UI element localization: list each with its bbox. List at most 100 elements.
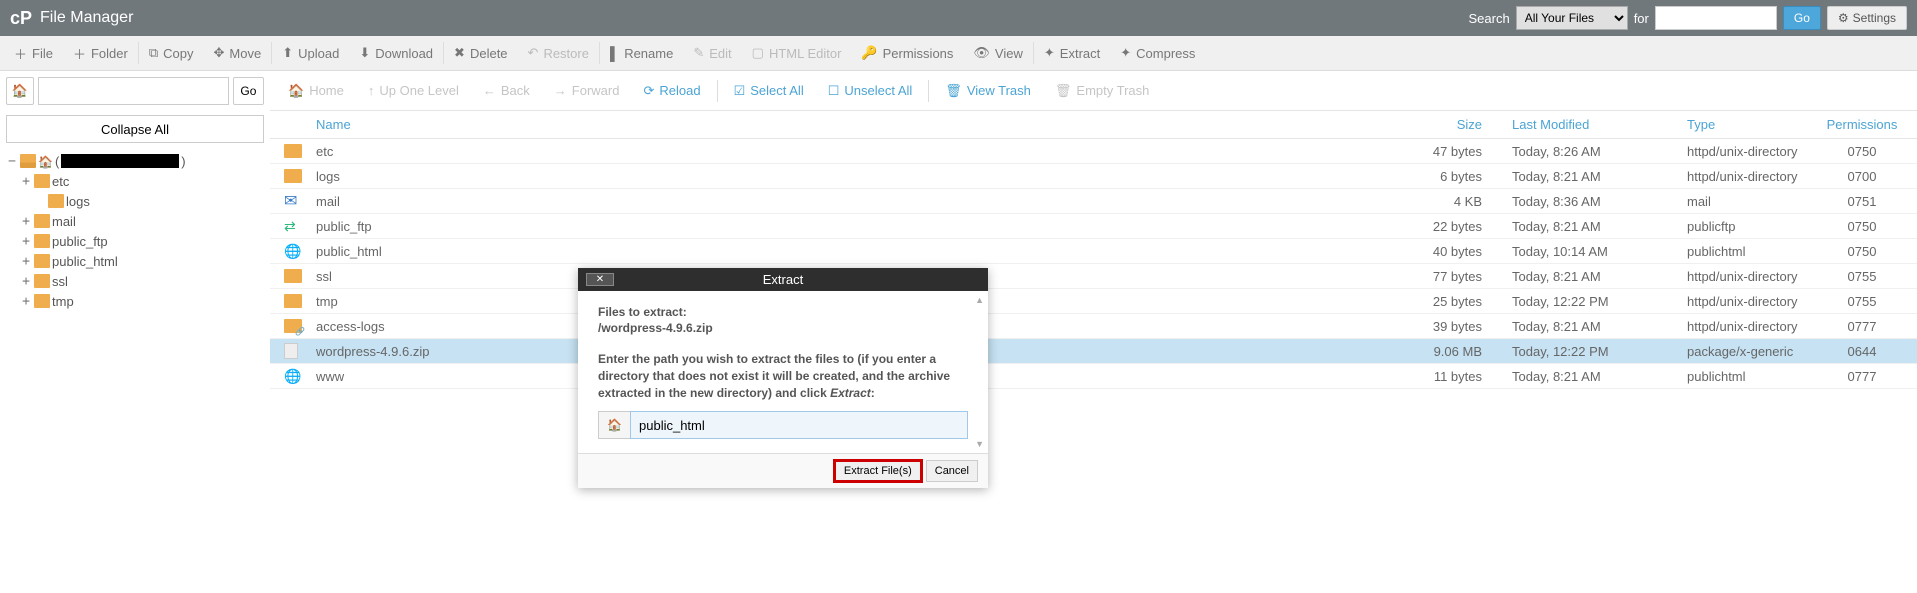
- search-label: Search: [1468, 11, 1509, 26]
- extract-button[interactable]: ✦Extract: [1034, 36, 1110, 71]
- cancel-button[interactable]: Cancel: [926, 460, 978, 482]
- select-all-button[interactable]: ☑Select All: [722, 77, 816, 105]
- tree-item-etc[interactable]: +etc: [20, 171, 264, 191]
- nav-home[interactable]: 🏠Home: [276, 77, 356, 105]
- move-button[interactable]: ✥Move: [204, 36, 272, 71]
- file-modified: Today, 12:22 PM: [1482, 294, 1657, 309]
- table-row[interactable]: ssl77 bytesToday, 8:21 AMhttpd/unix-dire…: [270, 264, 1917, 289]
- file-size: 40 bytes: [1402, 244, 1482, 259]
- delete-button[interactable]: ✖Delete: [444, 36, 517, 71]
- nav-up[interactable]: ↑Up One Level: [356, 77, 471, 105]
- html-editor-button[interactable]: ▢HTML Editor: [742, 36, 852, 71]
- folder-button[interactable]: ＋Folder: [63, 36, 138, 71]
- transfer-icon: ⇄: [284, 218, 296, 235]
- files-to-extract-label: Files to extract:: [598, 305, 968, 319]
- edit-button[interactable]: ✎Edit: [683, 36, 741, 71]
- copy-button[interactable]: ⧉Copy: [139, 36, 204, 71]
- home-icon: 🏠: [607, 418, 622, 432]
- folder-icon: [34, 174, 50, 188]
- folder-tree: − () +etc logs +mail +public_ftp +public…: [0, 147, 270, 315]
- compress-icon: ✦: [1120, 45, 1131, 61]
- nav-forward[interactable]: →Forward: [542, 77, 632, 105]
- rename-button[interactable]: ▌Rename: [600, 36, 683, 71]
- table-row[interactable]: tmp25 bytesToday, 12:22 PMhttpd/unix-dir…: [270, 289, 1917, 314]
- expand-icon[interactable]: +: [20, 274, 32, 289]
- tree-item-tmp[interactable]: +tmp: [20, 291, 264, 311]
- files-to-extract-value: /wordpress-4.9.6.zip: [598, 321, 968, 335]
- file-type: package/x-generic: [1657, 344, 1807, 359]
- extract-icon: ✦: [1044, 45, 1055, 61]
- view-button[interactable]: 👁View: [963, 36, 1032, 71]
- table-row[interactable]: etc47 bytesToday, 8:26 AMhttpd/unix-dire…: [270, 139, 1917, 164]
- expand-icon[interactable]: +: [20, 174, 32, 189]
- tree-item-publichtml[interactable]: +public_html: [20, 251, 264, 271]
- delete-icon: ✖: [454, 45, 465, 61]
- search-go-button[interactable]: Go: [1783, 6, 1821, 30]
- tree-item-ssl[interactable]: +ssl: [20, 271, 264, 291]
- col-name[interactable]: Name: [314, 117, 1402, 132]
- search-scope-select[interactable]: All Your Files: [1516, 6, 1628, 30]
- redacted-domain: [61, 154, 179, 168]
- col-type[interactable]: Type: [1657, 117, 1807, 132]
- nav-reload[interactable]: ⟳Reload: [631, 77, 712, 105]
- expand-icon[interactable]: +: [20, 254, 32, 269]
- plus-icon: ＋: [73, 44, 86, 63]
- scroll-up-icon[interactable]: ▲: [975, 295, 984, 305]
- permissions-button[interactable]: 🔑Permissions: [851, 36, 963, 71]
- file-type: httpd/unix-directory: [1657, 294, 1807, 309]
- scroll-down-icon[interactable]: ▼: [975, 439, 984, 449]
- compress-button[interactable]: ✦Compress: [1110, 36, 1205, 71]
- tree-item-mail[interactable]: +mail: [20, 211, 264, 231]
- nav-home-button[interactable]: 🏠: [6, 77, 34, 105]
- file-type: httpd/unix-directory: [1657, 144, 1807, 159]
- expand-icon[interactable]: +: [20, 294, 32, 309]
- table-row[interactable]: wordpress-4.9.6.zip9.06 MBToday, 12:22 P…: [270, 339, 1917, 364]
- path-input[interactable]: [38, 77, 229, 105]
- tree-root[interactable]: − (): [6, 151, 264, 171]
- search-input[interactable]: [1655, 6, 1777, 30]
- col-modified[interactable]: Last Modified: [1482, 117, 1657, 132]
- restore-button[interactable]: ↶Restore: [518, 36, 599, 71]
- table-row[interactable]: access-logs39 bytesToday, 8:21 AMhttpd/u…: [270, 314, 1917, 339]
- file-button[interactable]: ＋File: [4, 36, 63, 71]
- file-size: 4 KB: [1402, 194, 1482, 209]
- table-row[interactable]: 🌐public_html40 bytesToday, 10:14 AMpubli…: [270, 239, 1917, 264]
- col-permissions[interactable]: Permissions: [1807, 117, 1917, 132]
- folder-icon: [34, 274, 50, 288]
- rename-icon: ▌: [610, 46, 619, 61]
- path-home-button[interactable]: 🏠: [598, 411, 630, 439]
- unselect-all-button[interactable]: ☐Unselect All: [816, 77, 925, 105]
- expand-icon[interactable]: +: [20, 214, 32, 229]
- col-size[interactable]: Size: [1402, 117, 1482, 132]
- upload-button[interactable]: ⬆Upload: [272, 36, 349, 71]
- extract-files-button[interactable]: Extract File(s): [834, 460, 922, 482]
- settings-button[interactable]: Settings: [1827, 6, 1907, 30]
- file-list: etc47 bytesToday, 8:26 AMhttpd/unix-dire…: [270, 139, 1917, 389]
- file-size: 25 bytes: [1402, 294, 1482, 309]
- file-size: 6 bytes: [1402, 169, 1482, 184]
- file-permissions: 0750: [1807, 144, 1917, 159]
- empty-trash-button[interactable]: 🗑Empty Trash: [1043, 77, 1161, 105]
- file-modified: Today, 8:21 AM: [1482, 369, 1657, 384]
- expand-icon[interactable]: +: [20, 234, 32, 249]
- table-row[interactable]: ⇄public_ftp22 bytesToday, 8:21 AMpublicf…: [270, 214, 1917, 239]
- extract-instruction: Enter the path you wish to extract the f…: [598, 351, 968, 401]
- table-row[interactable]: 🌐www11 bytesToday, 8:21 AMpublichtml0777: [270, 364, 1917, 389]
- dialog-titlebar[interactable]: ✕ Extract: [578, 268, 988, 291]
- nav-back[interactable]: ←Back: [471, 77, 542, 105]
- table-row[interactable]: ✉mail4 KBToday, 8:36 AMmail0751: [270, 189, 1917, 214]
- path-go-button[interactable]: Go: [233, 77, 264, 105]
- file-permissions: 0750: [1807, 244, 1917, 259]
- tree-item-publicftp[interactable]: +public_ftp: [20, 231, 264, 251]
- view-trash-button[interactable]: 🗑View Trash: [933, 77, 1043, 105]
- file-permissions: 0750: [1807, 219, 1917, 234]
- tree-item-logs[interactable]: logs: [34, 191, 264, 211]
- table-row[interactable]: logs6 bytesToday, 8:21 AMhttpd/unix-dire…: [270, 164, 1917, 189]
- download-button[interactable]: ⬇Download: [349, 36, 443, 71]
- dialog-close-button[interactable]: ✕: [586, 273, 614, 286]
- file-permissions: 0700: [1807, 169, 1917, 184]
- file-size: 11 bytes: [1402, 369, 1482, 384]
- collapse-all-button[interactable]: Collapse All: [6, 115, 264, 143]
- collapse-icon[interactable]: −: [6, 154, 18, 169]
- extract-path-input[interactable]: [630, 411, 968, 439]
